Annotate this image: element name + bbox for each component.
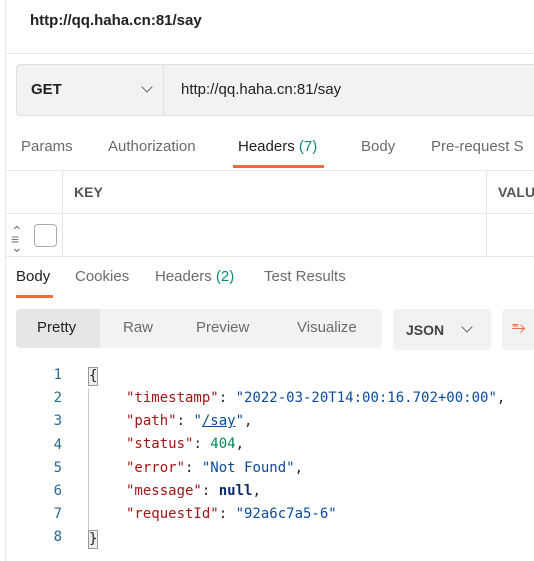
tab-label: Test Results	[264, 268, 346, 285]
tab-count: (2)	[215, 268, 235, 285]
format-select[interactable]: JSON	[393, 309, 491, 350]
tab-body[interactable]: Body	[361, 138, 395, 155]
json-line: "requestId": "92a6c7a5-6"	[126, 506, 337, 522]
row-divider	[6, 213, 534, 214]
open-brace[interactable]: {	[88, 367, 99, 386]
line-number: 3	[53, 413, 62, 430]
line-number: 4	[53, 436, 62, 453]
line-number: 2	[53, 390, 62, 407]
comma: ,	[496, 390, 506, 406]
json-key: "requestId"	[126, 506, 219, 522]
comma: ,	[252, 482, 261, 499]
url-bar: GET http://qq.haha.cn:81/say	[16, 64, 534, 116]
tab-label: Headers	[155, 268, 212, 285]
json-value: 404	[210, 436, 236, 453]
wrap-lines-icon: ⥱	[512, 318, 526, 337]
divider	[6, 170, 534, 171]
tab-params[interactable]: Params	[21, 138, 73, 155]
active-tab-indicator	[233, 165, 324, 168]
json-line: "status": 404,	[126, 436, 244, 452]
response-tab-cookies[interactable]: Cookies	[75, 268, 129, 285]
request-title: http://qq.haha.cn:81/say	[30, 12, 202, 29]
format-label: JSON	[406, 322, 445, 338]
tab-count: (7)	[298, 138, 318, 155]
colon: :	[185, 459, 202, 476]
response-tab-test-results[interactable]: Test Results	[264, 268, 346, 285]
line-number: 1	[53, 367, 62, 383]
column-header-key: KEY	[74, 184, 103, 200]
key-input[interactable]	[70, 220, 480, 248]
json-value: "2022-03-20T14:00:16.702+00:00"	[235, 390, 497, 406]
method-label: GET	[31, 81, 62, 98]
chevron-down-icon	[141, 81, 153, 93]
tab-label: Cookies	[75, 268, 130, 285]
view-raw[interactable]: Raw	[123, 319, 153, 336]
json-value: "Not Found"	[201, 459, 295, 476]
line-number: 8	[53, 529, 62, 546]
colon: :	[218, 390, 236, 406]
response-tab-body[interactable]: Body	[16, 268, 50, 285]
line-number: 7	[53, 506, 62, 523]
tab-label: Body	[361, 138, 396, 155]
json-value-link[interactable]: /say	[202, 413, 236, 429]
colon: :	[193, 436, 211, 453]
json-line: "message": null,	[126, 483, 261, 499]
comma: ,	[235, 436, 245, 453]
line-number: 6	[53, 483, 62, 499]
fold-guide	[88, 388, 89, 530]
comma: ,	[244, 413, 253, 430]
row-divider	[6, 256, 534, 257]
view-mode-toggle: Pretty Raw Preview Visualize	[16, 309, 382, 348]
tab-label: Pre-request S	[431, 138, 524, 155]
left-border	[5, 0, 6, 561]
drag-handle-icon[interactable]: ⌃ ≡ ⌄	[11, 224, 23, 254]
tab-headers[interactable]: Headers (7)	[238, 138, 317, 155]
wrap-lines-button[interactable]: ⥱	[502, 309, 534, 350]
json-key: "path"	[126, 413, 177, 430]
method-select[interactable]: GET	[17, 65, 164, 115]
tab-label: Body	[16, 268, 51, 285]
view-pretty[interactable]: Pretty	[37, 319, 76, 336]
tab-label: Authorization	[108, 138, 196, 155]
chevron-down-icon	[461, 321, 473, 333]
divider	[6, 53, 534, 54]
json-key: "message"	[126, 482, 202, 499]
json-line: "timestamp": "2022-03-20T14:00:16.702+00…	[126, 390, 505, 406]
view-visualize[interactable]: Visualize	[297, 319, 357, 336]
tab-authorization[interactable]: Authorization	[108, 138, 196, 155]
close-brace[interactable]: }	[88, 530, 99, 549]
json-line: "error": "Not Found",	[126, 460, 303, 476]
colon: :	[201, 482, 219, 499]
tab-label: Params	[21, 138, 73, 155]
column-header-value: VALU	[498, 184, 534, 200]
json-value: "92a6c7a5-6"	[235, 506, 337, 522]
json-key: "status"	[126, 436, 194, 453]
response-tab-headers[interactable]: Headers (2)	[155, 268, 234, 285]
json-value: null	[218, 482, 253, 499]
active-tab-indicator	[16, 295, 53, 298]
view-preview[interactable]: Preview	[196, 319, 249, 336]
url-input[interactable]: http://qq.haha.cn:81/say	[181, 81, 341, 98]
comma: ,	[294, 459, 304, 476]
line-number: 5	[53, 459, 62, 476]
tab-pre-request-s[interactable]: Pre-request S	[431, 138, 524, 155]
colon: :	[176, 413, 194, 430]
colon: :	[218, 506, 236, 522]
row-checkbox[interactable]	[34, 224, 57, 247]
json-line: "path": "/say",	[126, 413, 253, 430]
json-key: "timestamp"	[126, 390, 219, 406]
tab-label: Headers	[238, 138, 295, 155]
json-key: "error"	[126, 459, 186, 476]
